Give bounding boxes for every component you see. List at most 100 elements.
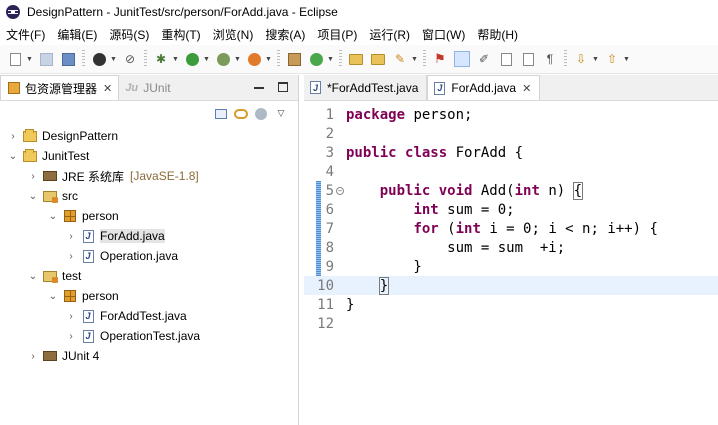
search-dropdown-icon[interactable]: ▼ <box>411 50 418 68</box>
collapse-all-icon[interactable] <box>214 107 228 121</box>
debug-dropdown-icon[interactable]: ▼ <box>172 50 179 68</box>
tree-item-test[interactable]: ⌄ test <box>28 266 82 286</box>
tree-item-src[interactable]: ⌄ src <box>28 186 78 206</box>
tree-item-label: person <box>82 209 119 223</box>
tree-item-jre[interactable]: › JRE 系统库 [JavaSE-1.8] <box>28 166 198 186</box>
chevron-right-icon[interactable]: › <box>66 306 76 326</box>
chevron-right-icon[interactable]: › <box>8 126 18 146</box>
eclipse-icon <box>6 5 20 19</box>
save-button[interactable] <box>37 50 55 68</box>
tree-item-person-test[interactable]: ⌄ person <box>48 286 119 306</box>
tree-item-person-src[interactable]: ⌄ person <box>48 206 119 226</box>
tree-item-foraddtest-java[interactable]: › J ForAddTest.java <box>66 306 187 326</box>
link-with-editor-icon[interactable] <box>234 107 248 121</box>
source-view-icon <box>522 52 534 66</box>
chevron-right-icon[interactable]: › <box>28 346 38 366</box>
fold-gutter <box>334 314 346 333</box>
show-whitespace-button[interactable] <box>497 50 515 68</box>
menu-file[interactable]: 文件(F) <box>0 26 51 43</box>
new-class-dropdown-icon[interactable]: ▼ <box>327 50 334 68</box>
menu-search[interactable]: 搜索(A) <box>259 26 311 43</box>
tab-package-explorer[interactable]: 包资源管理器 ✕ <box>0 75 120 100</box>
chevron-down-icon[interactable]: ⌄ <box>48 286 58 306</box>
tab-foradd[interactable]: J ForAdd.java ✕ <box>427 75 541 100</box>
chevron-down-icon[interactable]: ⌄ <box>28 266 38 286</box>
new-dropdown-icon[interactable]: ▼ <box>26 50 33 68</box>
run-dropdown-icon[interactable]: ▼ <box>203 50 210 68</box>
toggle-mark-occurrences-button[interactable] <box>453 50 471 68</box>
editor-tabs: J *ForAddTest.java J ForAdd.java ✕ <box>304 75 718 101</box>
open-type-button[interactable] <box>347 50 365 68</box>
chevron-down-icon[interactable]: ⌄ <box>48 206 58 226</box>
toggle-block-selection-button[interactable]: ✐ <box>475 50 493 68</box>
skip-breakpoints-button[interactable]: ⊘ <box>121 50 139 68</box>
menu-window[interactable]: 窗口(W) <box>416 26 471 43</box>
java-file-icon: J <box>310 81 321 94</box>
open-task-button[interactable] <box>369 50 387 68</box>
filters-icon[interactable] <box>254 107 268 121</box>
tree-item-label: ForAddTest.java <box>100 309 187 323</box>
tree-item-junittest[interactable]: ⌄ JunitTest <box>8 146 89 166</box>
save-all-button[interactable] <box>59 50 77 68</box>
external-tools-icon <box>247 52 261 66</box>
user-dropdown-icon[interactable]: ▼ <box>110 50 117 68</box>
minimize-icon[interactable] <box>254 87 264 89</box>
tab-junit[interactable]: Ju JUnit <box>119 75 176 100</box>
package-explorer-icon <box>7 82 20 95</box>
toggle-breadcrumb-button[interactable]: ⚑ <box>431 50 449 68</box>
fold-toggle[interactable]: − <box>334 181 346 200</box>
java-file-icon: J <box>80 228 96 244</box>
menu-edit[interactable]: 编辑(E) <box>51 26 103 43</box>
code-area[interactable]: 1 package person; 2 3 public class ForAd… <box>304 101 718 425</box>
chevron-down-icon[interactable]: ⌄ <box>8 146 18 166</box>
code-text: public void Add(int n) { <box>379 181 584 200</box>
arrow-down-icon: ⇩ <box>575 52 587 66</box>
tree-item-designpattern[interactable]: › DesignPattern <box>8 126 118 146</box>
close-icon[interactable]: ✕ <box>522 82 531 95</box>
chevron-right-icon[interactable]: › <box>66 246 76 266</box>
show-source-button[interactable] <box>519 50 537 68</box>
close-icon[interactable]: ✕ <box>103 82 112 95</box>
maximize-icon[interactable] <box>278 82 288 92</box>
chevron-down-icon[interactable]: ⌄ <box>28 186 38 206</box>
external-tools-dropdown-icon[interactable]: ▼ <box>265 50 272 68</box>
run-button[interactable] <box>183 50 201 68</box>
chevron-right-icon[interactable]: › <box>66 326 76 346</box>
menu-help[interactable]: 帮助(H) <box>471 26 524 43</box>
external-tools-button[interactable] <box>245 50 263 68</box>
user-button[interactable] <box>90 50 108 68</box>
menu-refactor[interactable]: 重构(T) <box>155 26 206 43</box>
junit-icon: Ju <box>125 81 139 94</box>
new-java-project-button[interactable] <box>285 50 303 68</box>
search-button[interactable]: ✎ <box>391 50 409 68</box>
new-button[interactable] <box>6 50 24 68</box>
menu-navigate[interactable]: 浏览(N) <box>207 26 260 43</box>
toolbar-grip-4 <box>339 50 342 68</box>
code-text: int sum = 0; <box>413 201 515 218</box>
coverage-dropdown-icon[interactable]: ▼ <box>234 50 241 68</box>
new-class-button[interactable] <box>307 50 325 68</box>
tab-foraddtest[interactable]: J *ForAddTest.java <box>304 75 428 100</box>
tree-item-operationtest-java[interactable]: › J OperationTest.java <box>66 326 200 346</box>
tree-item-foradd-java[interactable]: › J ForAdd.java <box>66 226 165 246</box>
collapse-icon: − <box>336 186 344 195</box>
menu-run[interactable]: 运行(R) <box>363 26 416 43</box>
paragraph-button[interactable]: ¶ <box>541 50 559 68</box>
next-annotation-button[interactable]: ⇩ <box>572 50 590 68</box>
open-folder-icon <box>371 53 385 65</box>
menu-project[interactable]: 项目(P) <box>311 26 363 43</box>
tree-item-junit4[interactable]: › JUnit 4 <box>28 346 99 366</box>
save-all-icon <box>61 52 75 66</box>
tree-item-operation-java[interactable]: › J Operation.java <box>66 246 178 266</box>
coverage-button[interactable] <box>214 50 232 68</box>
previous-annotation-button[interactable]: ⇧ <box>603 50 621 68</box>
package-explorer-toolbar: ▽ <box>0 101 298 126</box>
chevron-right-icon[interactable]: › <box>66 226 76 246</box>
view-menu-icon[interactable]: ▽ <box>274 107 288 121</box>
previous-annotation-dropdown-icon[interactable]: ▼ <box>623 50 630 68</box>
chevron-right-icon[interactable]: › <box>28 166 38 186</box>
debug-button[interactable]: ✱ <box>152 50 170 68</box>
next-annotation-dropdown-icon[interactable]: ▼ <box>592 50 599 68</box>
code-line: 1 package person; <box>304 105 718 124</box>
menu-source[interactable]: 源码(S) <box>103 26 155 43</box>
